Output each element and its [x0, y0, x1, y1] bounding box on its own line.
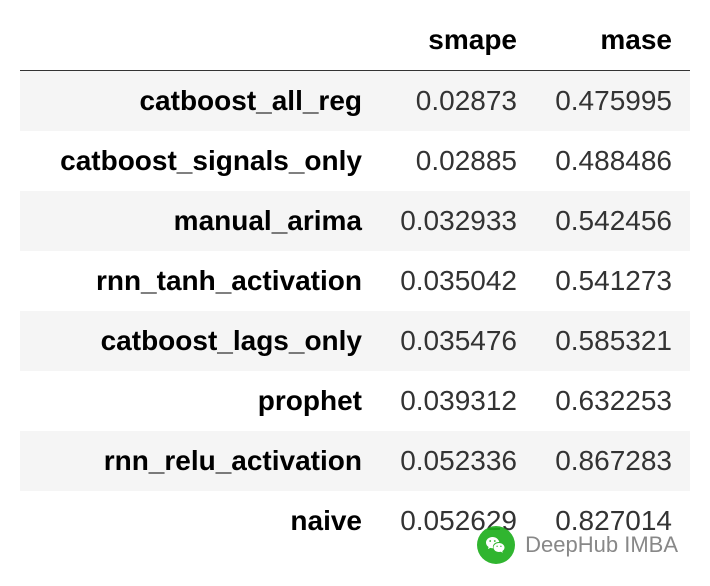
table-row: rnn_tanh_activation 0.035042 0.541273 [20, 251, 690, 311]
row-label: rnn_tanh_activation [20, 251, 380, 311]
cell-smape: 0.032933 [380, 191, 535, 251]
cell-smape: 0.052629 [380, 491, 535, 551]
cell-mase: 0.827014 [535, 491, 690, 551]
cell-mase: 0.475995 [535, 71, 690, 132]
header-blank [20, 10, 380, 71]
metrics-table: smape mase catboost_all_reg 0.02873 0.47… [20, 10, 690, 551]
row-label: manual_arima [20, 191, 380, 251]
table-row: manual_arima 0.032933 0.542456 [20, 191, 690, 251]
row-label: rnn_relu_activation [20, 431, 380, 491]
cell-smape: 0.052336 [380, 431, 535, 491]
table-header-row: smape mase [20, 10, 690, 71]
cell-mase: 0.541273 [535, 251, 690, 311]
header-smape: smape [380, 10, 535, 71]
cell-smape: 0.02885 [380, 131, 535, 191]
table-row: catboost_all_reg 0.02873 0.475995 [20, 71, 690, 132]
cell-mase: 0.632253 [535, 371, 690, 431]
cell-smape: 0.035042 [380, 251, 535, 311]
table-row: rnn_relu_activation 0.052336 0.867283 [20, 431, 690, 491]
row-label: catboost_all_reg [20, 71, 380, 132]
table-row: naive 0.052629 0.827014 [20, 491, 690, 551]
cell-mase: 0.542456 [535, 191, 690, 251]
table-row: catboost_lags_only 0.035476 0.585321 [20, 311, 690, 371]
row-label: naive [20, 491, 380, 551]
cell-mase: 0.585321 [535, 311, 690, 371]
cell-mase: 0.488486 [535, 131, 690, 191]
row-label: prophet [20, 371, 380, 431]
metrics-table-container: smape mase catboost_all_reg 0.02873 0.47… [0, 0, 710, 561]
cell-smape: 0.039312 [380, 371, 535, 431]
cell-smape: 0.02873 [380, 71, 535, 132]
table-row: prophet 0.039312 0.632253 [20, 371, 690, 431]
cell-mase: 0.867283 [535, 431, 690, 491]
header-mase: mase [535, 10, 690, 71]
table-row: catboost_signals_only 0.02885 0.488486 [20, 131, 690, 191]
row-label: catboost_signals_only [20, 131, 380, 191]
row-label: catboost_lags_only [20, 311, 380, 371]
cell-smape: 0.035476 [380, 311, 535, 371]
